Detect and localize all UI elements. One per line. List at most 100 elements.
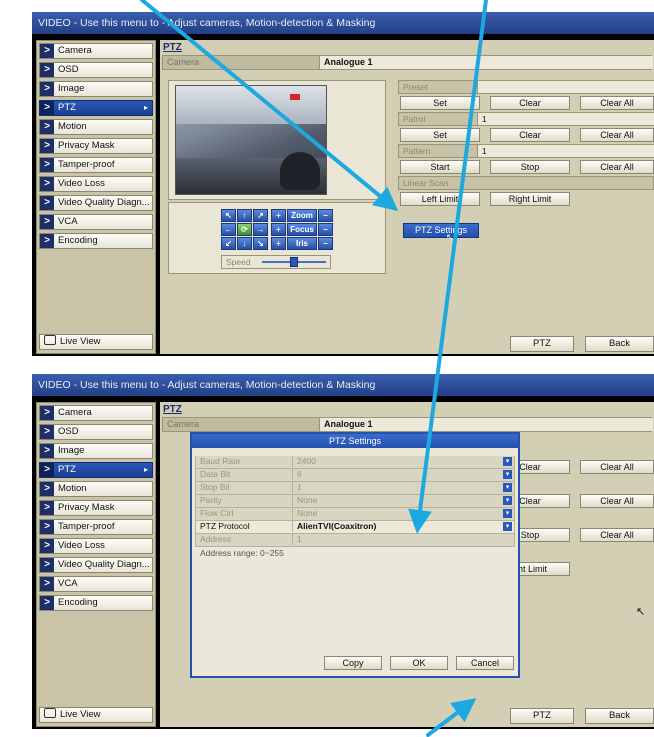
- sidebar-item-video-loss[interactable]: > Video Loss: [39, 538, 153, 554]
- ok-button[interactable]: OK: [390, 656, 448, 670]
- copy-button[interactable]: Copy: [324, 656, 382, 670]
- ptz-up-right-icon[interactable]: ↗: [253, 209, 268, 222]
- ptz-button[interactable]: PTZ: [510, 708, 574, 724]
- ptz-button[interactable]: PTZ: [510, 336, 574, 352]
- zoom-in-button[interactable]: +: [271, 209, 286, 222]
- baud-rate-field[interactable]: Baud Rate 2400 ▾: [195, 456, 515, 469]
- sidebar-item-label: OSD: [58, 426, 79, 437]
- ptz-left-icon[interactable]: ←: [221, 223, 236, 236]
- sidebar-item-encoding[interactable]: > Encoding: [39, 595, 153, 611]
- preset-clear-all-button[interactable]: Clear All: [580, 96, 654, 110]
- left-limit-button[interactable]: Left Limit: [400, 192, 480, 206]
- sidebar-item-vca[interactable]: > VCA: [39, 214, 153, 230]
- sidebar-item-encoding[interactable]: > Encoding: [39, 233, 153, 249]
- preset-clear-all-button[interactable]: Clear All: [580, 460, 654, 474]
- flow-ctrl-field[interactable]: Flow Ctrl None ▾: [195, 508, 515, 521]
- ptz-down-right-icon[interactable]: ↘: [253, 237, 268, 250]
- pattern-clear-all-button[interactable]: Clear All: [580, 160, 654, 174]
- sidebar-item-label: Motion: [58, 483, 87, 494]
- sidebar-item-tamper-proof[interactable]: > Tamper-proof: [39, 157, 153, 173]
- cancel-button[interactable]: Cancel: [456, 656, 514, 670]
- pattern-start-button[interactable]: Start: [400, 160, 480, 174]
- parity-field[interactable]: Parity None ▾: [195, 495, 515, 508]
- ptz-protocol-field[interactable]: PTZ Protocol AlienTVI(Coaxitron) ▾: [195, 521, 515, 534]
- zoom-out-button[interactable]: −: [318, 209, 333, 222]
- right-limit-button[interactable]: Right Limit: [490, 192, 570, 206]
- chevron-right-icon: >: [40, 501, 54, 515]
- field-label: Parity: [200, 495, 222, 505]
- sidebar-item-image[interactable]: > Image: [39, 443, 153, 459]
- chevron-right-icon: >: [40, 215, 54, 229]
- preset-set-button[interactable]: Set: [400, 96, 480, 110]
- patrol-clear-button[interactable]: Clear: [490, 128, 570, 142]
- sidebar-item-tamper-proof[interactable]: > Tamper-proof: [39, 519, 153, 535]
- field-label: Data Bit: [200, 469, 231, 479]
- pattern-stop-button[interactable]: Stop: [490, 160, 570, 174]
- dropdown-arrow-icon[interactable]: ▾: [503, 470, 512, 479]
- ptz-settings-menu-item[interactable]: PTZ Settings: [403, 223, 479, 238]
- chevron-right-icon: >: [40, 82, 54, 96]
- patrol-clear-all-button[interactable]: Clear All: [580, 494, 654, 508]
- dropdown-arrow-icon[interactable]: ▾: [503, 522, 512, 531]
- sidebar-item-camera[interactable]: > Camera: [39, 405, 153, 421]
- sidebar-item-privacy-mask[interactable]: > Privacy Mask: [39, 500, 153, 516]
- pattern-value[interactable]: 1: [477, 145, 654, 157]
- ptz-down-icon[interactable]: ↓: [237, 237, 252, 250]
- data-bit-field[interactable]: Data Bit 8 ▾: [195, 469, 515, 482]
- dropdown-arrow-icon[interactable]: ▾: [503, 483, 512, 492]
- patrol-value[interactable]: 1: [477, 113, 654, 125]
- dropdown-arrow-icon[interactable]: ▾: [503, 509, 512, 518]
- ptz-down-left-icon[interactable]: ↙: [221, 237, 236, 250]
- chevron-right-icon: >: [40, 406, 54, 420]
- sidebar-item-ptz[interactable]: > PTZ ▸: [39, 100, 153, 116]
- ptz-auto-icon[interactable]: ⟳: [237, 223, 252, 236]
- camera-select[interactable]: Analogue 1: [319, 56, 653, 69]
- focus-in-button[interactable]: +: [271, 223, 286, 236]
- back-button[interactable]: Back: [585, 336, 654, 352]
- dropdown-arrow-icon[interactable]: ▾: [503, 496, 512, 505]
- sidebar-item-motion[interactable]: > Motion: [39, 481, 153, 497]
- live-view-button[interactable]: Live View: [39, 334, 153, 350]
- preset-clear-button[interactable]: Clear: [490, 96, 570, 110]
- window-title: VIDEO - Use this menu to - Adjust camera…: [32, 12, 654, 34]
- sidebar-item-video-quality[interactable]: > Video Quality Diagn...: [39, 557, 153, 573]
- chevron-right-icon: >: [40, 558, 54, 572]
- live-view-icon: [44, 335, 56, 346]
- camera-select[interactable]: Analogue 1: [319, 418, 653, 431]
- patrol-clear-all-button[interactable]: Clear All: [580, 128, 654, 142]
- preset-value[interactable]: [477, 81, 654, 93]
- sidebar-item-image[interactable]: > Image: [39, 81, 153, 97]
- focus-label: Focus: [287, 223, 317, 236]
- stop-bit-field[interactable]: Stop Bit 1 ▾: [195, 482, 515, 495]
- sidebar-item-motion[interactable]: > Motion: [39, 119, 153, 135]
- chevron-right-icon: >: [40, 577, 54, 591]
- focus-out-button[interactable]: −: [318, 223, 333, 236]
- patrol-section: Patrol 1: [398, 112, 654, 126]
- speed-slider[interactable]: Speed: [221, 255, 331, 269]
- patrol-set-button[interactable]: Set: [400, 128, 480, 142]
- ptz-up-icon[interactable]: ↑: [237, 209, 252, 222]
- pattern-clear-all-button[interactable]: Clear All: [580, 528, 654, 542]
- sidebar-item-vca[interactable]: > VCA: [39, 576, 153, 592]
- dropdown-arrow-icon[interactable]: ▾: [503, 457, 512, 466]
- field-value: 8: [292, 469, 518, 480]
- field-value: 1: [292, 482, 518, 493]
- iris-open-button[interactable]: +: [271, 237, 286, 250]
- sidebar-item-osd[interactable]: > OSD: [39, 424, 153, 440]
- back-button[interactable]: Back: [585, 708, 654, 724]
- live-view-button[interactable]: Live View: [39, 707, 153, 723]
- sidebar-item-video-quality[interactable]: > Video Quality Diagn...: [39, 195, 153, 211]
- sidebar-item-camera[interactable]: > Camera: [39, 43, 153, 59]
- address-field[interactable]: Address 1: [195, 534, 515, 547]
- sidebar-item-privacy-mask[interactable]: > Privacy Mask: [39, 138, 153, 154]
- ptz-up-left-icon[interactable]: ↖: [221, 209, 236, 222]
- sidebar-item-label: Privacy Mask: [58, 502, 115, 513]
- iris-close-button[interactable]: −: [318, 237, 333, 250]
- sidebar-item-osd[interactable]: > OSD: [39, 62, 153, 78]
- camera-label: Camera: [167, 57, 200, 67]
- speed-knob[interactable]: [290, 257, 298, 267]
- sidebar-item-ptz[interactable]: > PTZ ▸: [39, 462, 153, 478]
- ptz-right-icon[interactable]: →: [253, 223, 268, 236]
- preset-section: Preset: [398, 80, 654, 94]
- sidebar-item-video-loss[interactable]: > Video Loss: [39, 176, 153, 192]
